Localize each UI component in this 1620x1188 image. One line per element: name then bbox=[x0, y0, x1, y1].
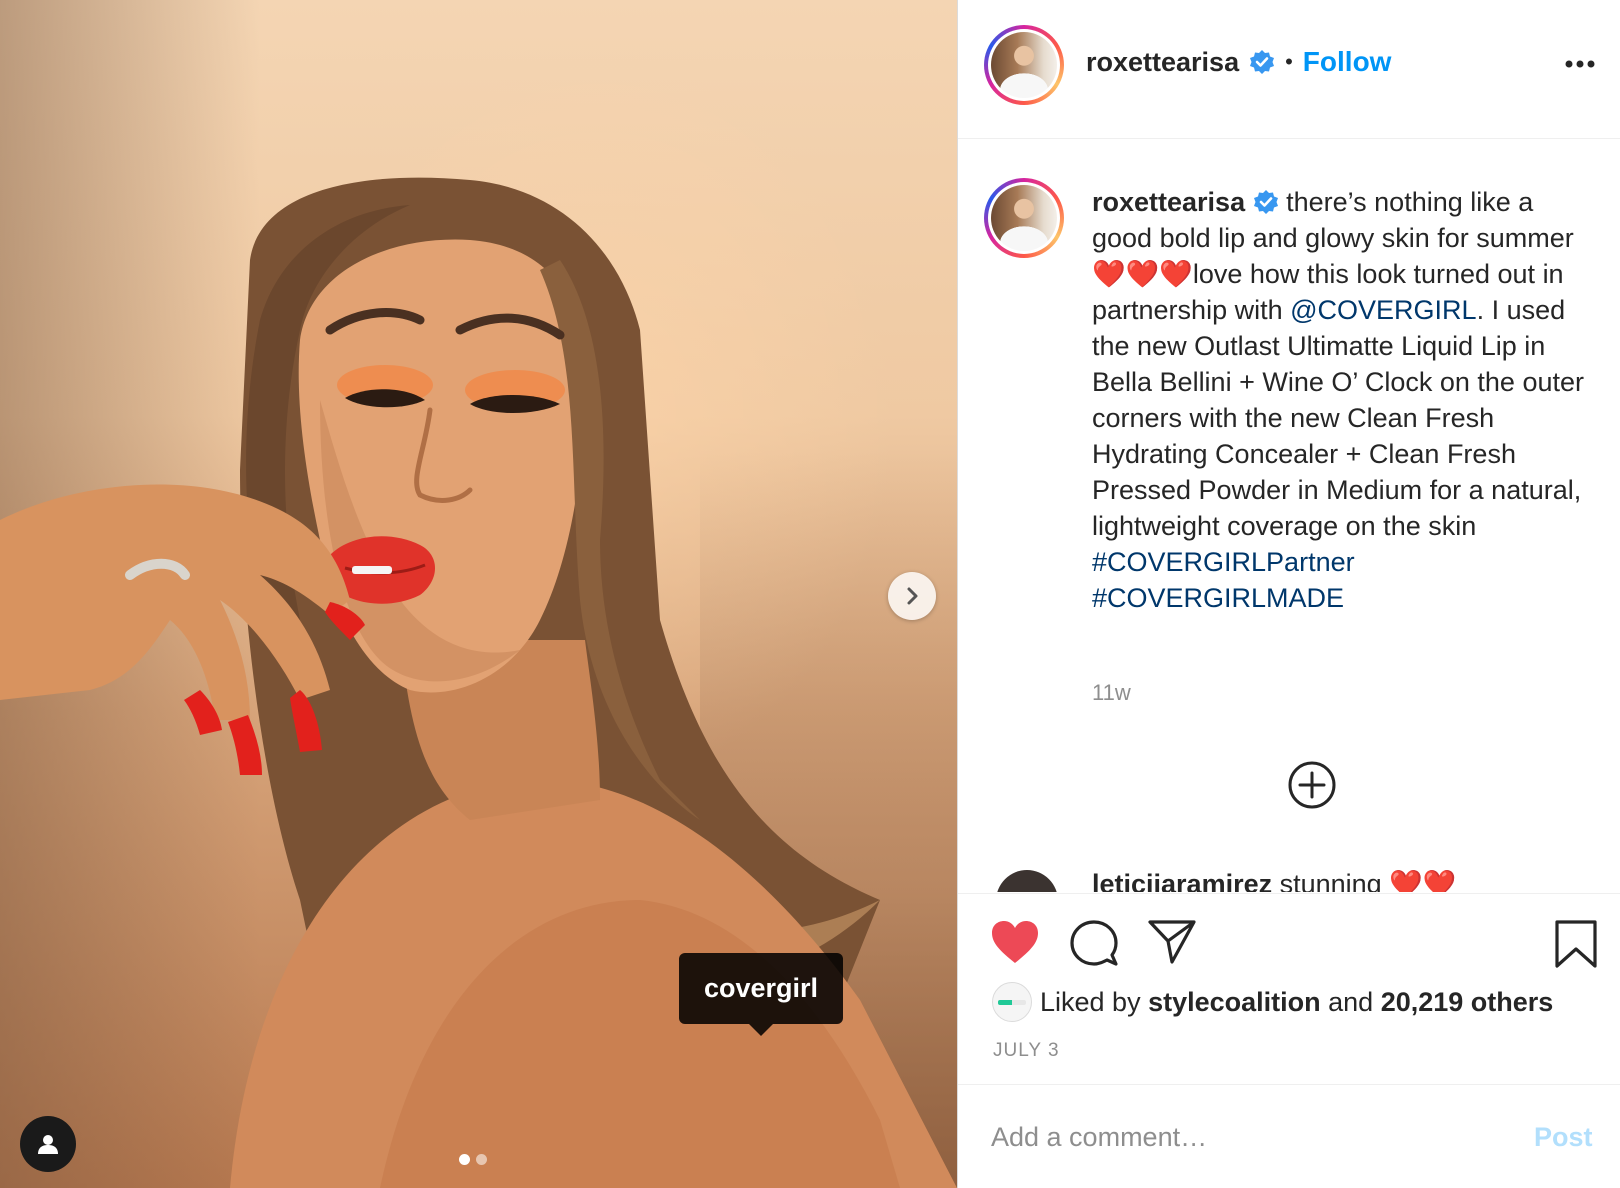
post-date[interactable]: JULY 3 bbox=[993, 1040, 1060, 1062]
liker-username[interactable]: stylecoalition bbox=[1148, 987, 1321, 1017]
post-caption: roxettearisa there’s nothing like a good… bbox=[1092, 184, 1592, 616]
likes-middle: and bbox=[1320, 986, 1381, 1017]
caption-timestamp[interactable]: 11w bbox=[1092, 680, 1131, 706]
likes-prefix: Liked by bbox=[1040, 986, 1149, 1017]
user-tag-icon bbox=[38, 1135, 58, 1154]
post-comment-button[interactable]: Post bbox=[1534, 1122, 1593, 1153]
likes-count[interactable]: 20,219 others bbox=[1381, 987, 1554, 1017]
verified-badge-icon bbox=[1250, 50, 1275, 74]
comment-text: stunning ❤️❤️ bbox=[1272, 869, 1457, 892]
author-username[interactable]: roxettearisa bbox=[1086, 47, 1239, 78]
more-options-icon[interactable] bbox=[1564, 58, 1596, 70]
add-comment-section: Post bbox=[958, 1084, 1620, 1188]
heart-icon[interactable] bbox=[990, 919, 1040, 965]
hashtag-link[interactable]: #COVERGIRLMADE bbox=[1092, 583, 1344, 613]
share-icon[interactable] bbox=[1147, 919, 1197, 965]
comments-scroll-area[interactable]: roxettearisa there’s nothing like a good… bbox=[958, 140, 1620, 892]
photo-tag[interactable]: covergirl bbox=[679, 953, 843, 1036]
verified-badge-icon bbox=[1253, 190, 1278, 214]
likes-summary: Liked by stylecoalition and 20,219 other… bbox=[992, 982, 1553, 1022]
post-photo[interactable]: covergirl bbox=[0, 0, 957, 1188]
commenter-username[interactable]: leticiiaramirez bbox=[1092, 869, 1272, 892]
author-avatar[interactable] bbox=[984, 25, 1064, 105]
hashtag-link[interactable]: #COVERGIRLPartner bbox=[1092, 547, 1355, 577]
carousel-indicator bbox=[459, 1154, 487, 1165]
caption-author-avatar[interactable] bbox=[984, 178, 1064, 258]
add-circle-icon[interactable] bbox=[1287, 760, 1337, 810]
bookmark-icon[interactable] bbox=[1554, 919, 1598, 969]
follow-button[interactable]: Follow bbox=[1303, 46, 1392, 78]
comment-input[interactable] bbox=[991, 1107, 1511, 1167]
commenter-avatar[interactable] bbox=[996, 870, 1058, 892]
comment-icon[interactable] bbox=[1070, 919, 1118, 967]
post-side-panel: roxettearisa • Follow roxettearisa there… bbox=[957, 0, 1620, 1188]
next-image-button[interactable] bbox=[888, 572, 936, 620]
comment-item: leticiiaramirez stunning ❤️❤️ bbox=[1092, 868, 1456, 892]
post-header: roxettearisa • Follow bbox=[958, 0, 1620, 139]
photo-tag-label: covergirl bbox=[703, 973, 819, 1003]
caption-username[interactable]: roxettearisa bbox=[1092, 187, 1245, 217]
chevron-right-icon bbox=[907, 587, 918, 605]
header-separator: • bbox=[1285, 49, 1293, 74]
post-actions: Liked by stylecoalition and 20,219 other… bbox=[958, 893, 1620, 1083]
carousel-dot-active bbox=[459, 1154, 470, 1165]
caption-text-part-2: . I used the new Outlast Ultimatte Liqui… bbox=[1092, 295, 1584, 541]
mention-link[interactable]: @COVERGIRL bbox=[1290, 295, 1476, 325]
carousel-dot bbox=[476, 1154, 487, 1165]
liker-avatar[interactable] bbox=[992, 982, 1032, 1022]
tagged-users-button[interactable] bbox=[20, 1116, 76, 1172]
